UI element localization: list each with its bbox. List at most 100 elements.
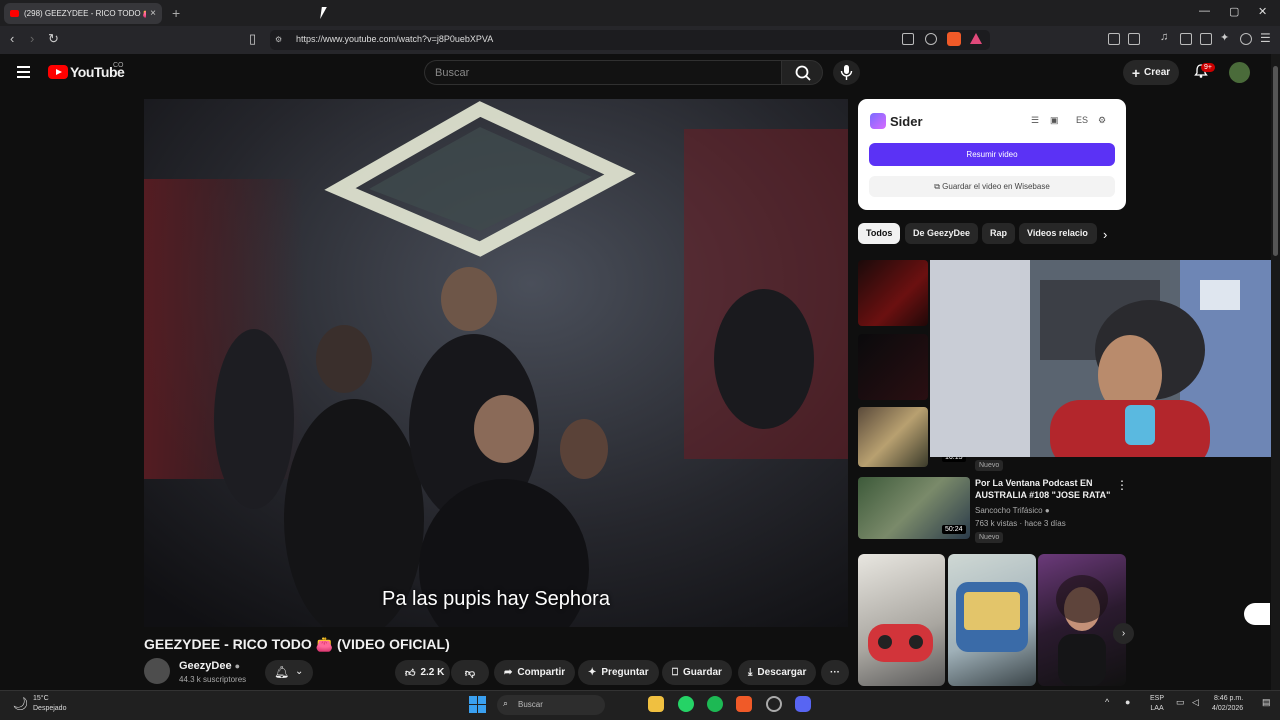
extensions-icon[interactable]	[1108, 33, 1120, 45]
list-view-icon[interactable]: ☰	[1031, 115, 1039, 126]
maximize-button[interactable]: ▢	[1229, 5, 1239, 18]
taskbar-clock[interactable]: 8:46 p.m. 4/02/2026	[1212, 694, 1243, 714]
video-frame	[144, 99, 848, 627]
chip-from-channel[interactable]: De GeezyDee	[905, 223, 979, 244]
download-icon: ⤓	[748, 667, 753, 678]
verified-icon: ●	[234, 661, 241, 671]
back-icon[interactable]: ‹	[10, 31, 14, 46]
cast-icon[interactable]	[902, 33, 914, 45]
youtube-logo-icon[interactable]	[48, 65, 68, 79]
chip-related[interactable]: Videos relacio	[1019, 223, 1097, 244]
language-code: ESP	[1150, 695, 1165, 702]
keyboard-layout: LAA	[1150, 705, 1164, 712]
input-language[interactable]: ESP LAA	[1150, 694, 1164, 714]
like-button[interactable]: 👍︎ 2.2 K	[395, 660, 450, 685]
download-button[interactable]: ⤓ Descargar	[738, 660, 817, 685]
volume-icon[interactable]: ◁	[1192, 697, 1199, 708]
menu-icon[interactable]: ☰	[1260, 31, 1271, 45]
forward-icon[interactable]: ›	[30, 31, 34, 46]
taskbar-search[interactable]: Buscar	[497, 695, 605, 715]
channel-name[interactable]: GeezyDee ●	[179, 660, 240, 672]
tab-close-icon[interactable]: ×	[150, 8, 156, 19]
related-video-title[interactable]: Por La Ventana Podcast EN AUSTRALIA #108…	[975, 477, 1115, 501]
share-label: Compartir	[517, 667, 566, 678]
sparkle-icon: ✦	[588, 667, 597, 678]
ask-button[interactable]: ✦ Preguntar	[578, 660, 659, 685]
save-to-wisebase-button[interactable]: ⧉ Guardar el video en Wisebase	[869, 176, 1115, 197]
sider-logo-icon	[870, 113, 886, 129]
leo-ai-icon[interactable]: ✦	[1220, 31, 1232, 44]
channel-avatar[interactable]	[144, 658, 170, 684]
sider-settings-icon[interactable]: ⚙	[1098, 115, 1106, 126]
spotify-icon[interactable]	[707, 696, 723, 712]
video-player[interactable]	[144, 99, 848, 627]
wallet-icon[interactable]	[1200, 33, 1212, 45]
subscriber-count: 44.3 k suscriptores	[179, 675, 247, 684]
weather-widget[interactable]: 15°C Despejado	[33, 694, 66, 714]
short-thumbnail[interactable]	[948, 554, 1036, 686]
related-thumbnail[interactable]	[858, 334, 928, 400]
vpn-icon[interactable]	[1240, 33, 1252, 45]
windows-start-icon[interactable]	[469, 696, 486, 713]
share-icon[interactable]	[925, 33, 937, 45]
chip-all[interactable]: Todos	[858, 223, 901, 244]
brave-browser-icon[interactable]	[736, 696, 752, 712]
country-code: CO	[113, 62, 124, 69]
close-window-button[interactable]: ✕	[1258, 5, 1267, 18]
chips-next-icon[interactable]: ›	[1103, 227, 1107, 242]
short-thumbnail[interactable]	[1038, 554, 1126, 686]
related-thumbnail[interactable]	[858, 260, 928, 326]
verified-icon: ●	[1044, 506, 1050, 515]
sidebar-icon[interactable]	[1180, 33, 1192, 45]
brave-shield-icon[interactable]	[947, 32, 961, 46]
dislike-button[interactable]: 👎︎	[451, 660, 489, 685]
save-button[interactable]: ⎕ Guardar	[662, 660, 732, 685]
brave-rewards-icon[interactable]	[970, 33, 982, 44]
network-icon[interactable]: ▭	[1176, 697, 1185, 708]
tray-chevron-icon[interactable]: ^	[1105, 697, 1109, 707]
language-selector[interactable]: ES	[1076, 115, 1088, 125]
chip-rap[interactable]: Rap	[982, 223, 1016, 244]
search-button[interactable]	[781, 60, 823, 85]
related-channel-name: Sancocho Trifásico	[975, 506, 1043, 515]
mic-tray-icon[interactable]: ●	[1125, 697, 1130, 707]
reload-icon[interactable]: ↻	[48, 31, 59, 47]
create-label: Crear	[1144, 67, 1171, 78]
scrollbar-thumb[interactable]	[1273, 66, 1278, 256]
file-explorer-icon[interactable]	[648, 696, 664, 712]
user-avatar[interactable]	[1229, 62, 1250, 83]
bookmark-icon[interactable]: ▯	[249, 31, 256, 47]
hamburger-menu-icon[interactable]	[17, 66, 30, 81]
app-icon[interactable]	[766, 696, 782, 712]
voice-search-button[interactable]	[833, 60, 860, 85]
weather-condition: Despejado	[33, 705, 67, 712]
gamepad-image	[868, 624, 933, 662]
url-field[interactable]: https://www.youtube.com/watch?v=j8P0uebX…	[270, 30, 990, 50]
subscribe-notification-button[interactable]: 🔔︎ ⌄	[265, 660, 313, 685]
minimize-button[interactable]: —	[1199, 5, 1210, 17]
site-settings-icon[interactable]: ⚙	[275, 35, 282, 44]
more-actions-button[interactable]: ···	[821, 660, 849, 685]
music-icon[interactable]: ♫	[1160, 31, 1172, 43]
webcam-frame	[930, 260, 1280, 457]
search-input[interactable]: Buscar	[424, 60, 781, 85]
card-view-icon[interactable]: ▣	[1050, 115, 1059, 126]
notification-center-icon[interactable]: ▤	[1262, 697, 1271, 708]
browser-tab[interactable]: (298) GEEZYDEE - RICO TODO 👛 - ×	[4, 3, 162, 24]
shorts-next-icon[interactable]: ›	[1113, 623, 1134, 644]
whatsapp-icon[interactable]	[678, 696, 694, 712]
more-options-icon[interactable]: ⋮	[1116, 478, 1128, 492]
new-tab-button[interactable]: +	[172, 5, 180, 21]
share-button[interactable]: ➦ Compartir	[494, 660, 576, 685]
tab-title: (298) GEEZYDEE - RICO TODO 👛 -	[24, 9, 147, 18]
related-channel[interactable]: Sancocho Trifásico ●	[975, 506, 1050, 515]
summarize-video-button[interactable]: Resumir video	[869, 143, 1115, 166]
sider-extension-icon[interactable]	[1128, 33, 1140, 45]
short-thumbnail[interactable]	[858, 554, 945, 686]
discord-icon[interactable]	[795, 696, 811, 712]
related-thumbnail[interactable]	[858, 407, 928, 467]
create-button[interactable]: + Crear	[1123, 60, 1179, 85]
like-count: 2.2 K	[420, 667, 445, 678]
bookmark-add-icon: ⧉	[934, 182, 940, 191]
sider-float-button[interactable]	[1244, 603, 1270, 625]
